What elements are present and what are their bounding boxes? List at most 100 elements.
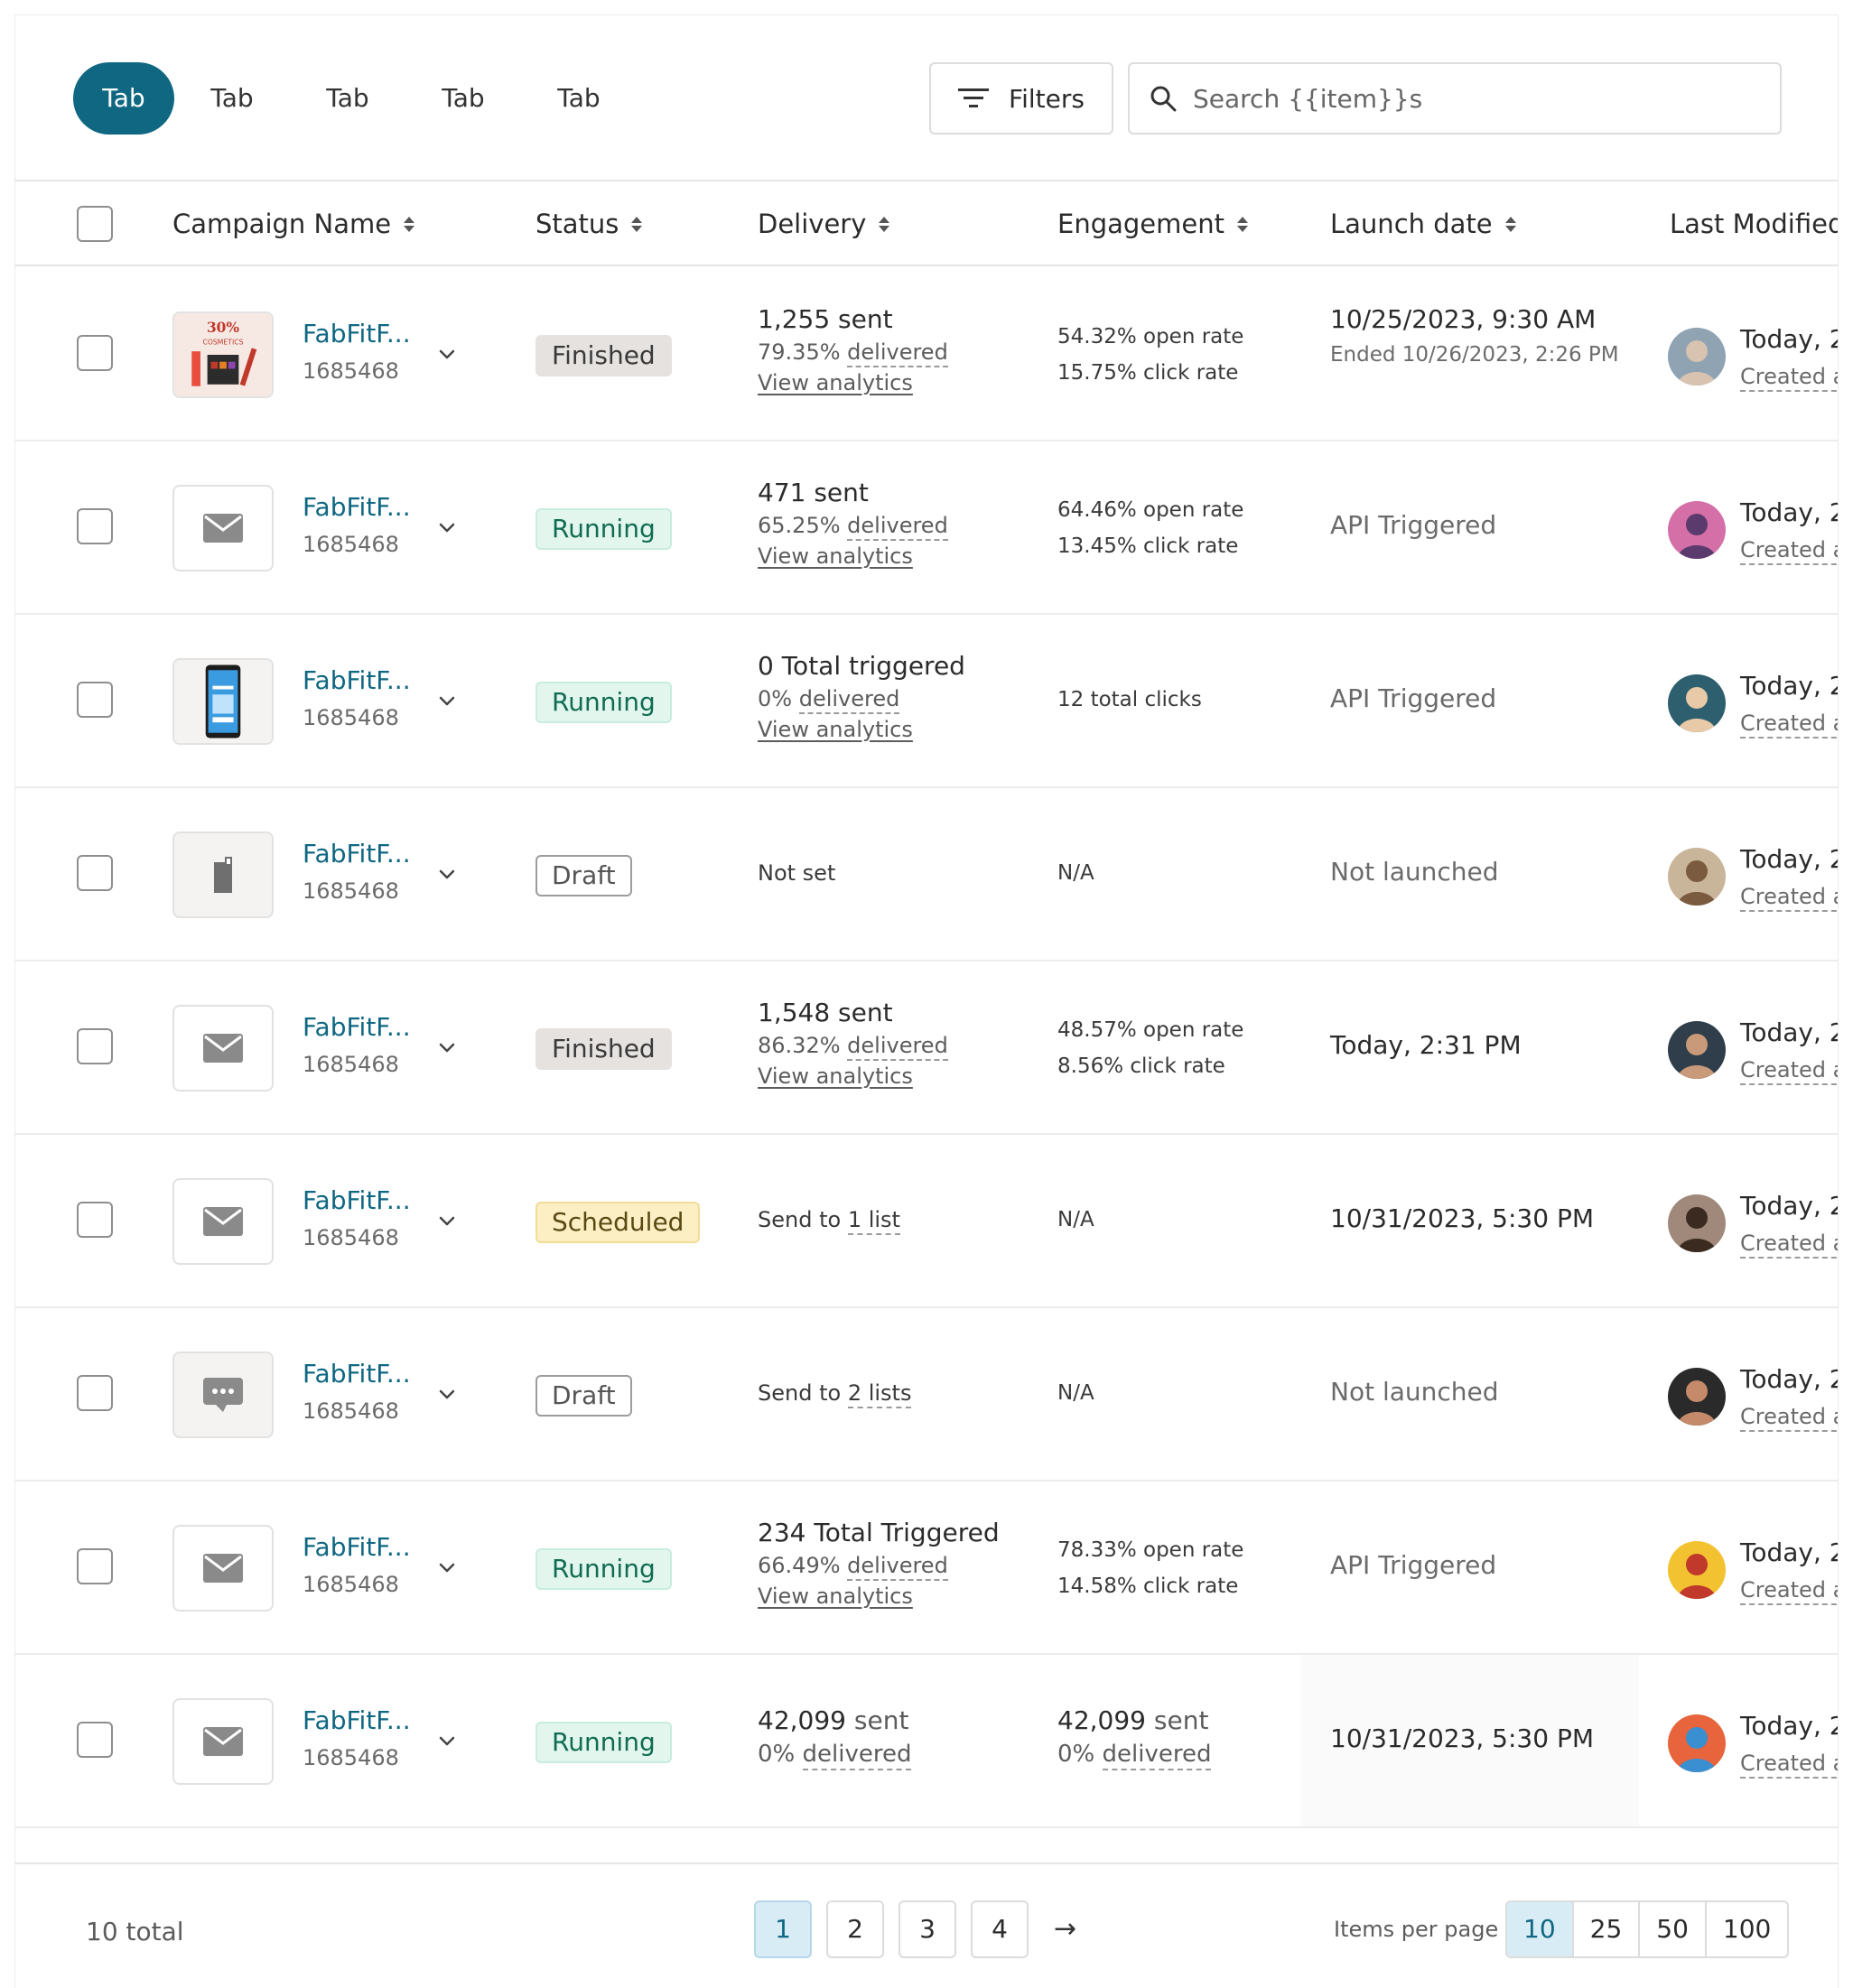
page-button-4[interactable]: 4 [971, 1900, 1029, 1958]
column-delivery[interactable]: Delivery [758, 181, 890, 266]
page-button-2[interactable]: 2 [826, 1900, 884, 1958]
campaign-thumbnail [172, 1698, 274, 1785]
row-checkbox[interactable] [77, 1202, 113, 1238]
table-row[interactable]: FabFitF... 1685468 Draft Send to 2 lists N/A… [15, 1308, 1838, 1482]
column-launch-date[interactable]: Launch date [1330, 181, 1516, 266]
per-page-50[interactable]: 50 [1640, 1902, 1707, 1956]
svg-text:COSMETICS: COSMETICS [202, 338, 243, 346]
status-badge: Running [535, 682, 672, 723]
column-status[interactable]: Status [535, 181, 643, 266]
last-modified-created: Created a [1740, 711, 1838, 739]
view-analytics-link[interactable]: View analytics [758, 1584, 1000, 1609]
view-analytics-link[interactable]: View analytics [758, 543, 948, 569]
table-row[interactable]: 30% COSMETICS FabFitF... 1685468 Finished 1,2… [15, 268, 1838, 441]
search-box[interactable] [1128, 62, 1782, 135]
column-engagement[interactable]: Engagement [1057, 181, 1248, 266]
chevron-down-icon[interactable] [438, 1039, 456, 1057]
delivered-link[interactable]: delivered [847, 1553, 948, 1581]
view-analytics-link[interactable]: View analytics [758, 1064, 948, 1089]
chevron-down-icon[interactable] [438, 866, 456, 884]
view-analytics-link[interactable]: View analytics [758, 717, 965, 742]
avatar [1668, 328, 1726, 386]
last-modified-time: Today, 2 [1740, 671, 1839, 701]
delivery-cell: 234 Total Triggered 66.49% delivered View … [758, 1518, 1000, 1609]
campaign-name-link[interactable]: FabFitF... [303, 1359, 411, 1389]
campaign-name-link[interactable]: FabFitF... [303, 1012, 411, 1042]
campaign-name-link[interactable]: FabFitF... [303, 1532, 411, 1562]
delivered-link[interactable]: delivered [798, 686, 900, 714]
items-per-page-selector: 10 25 50 100 [1505, 1900, 1790, 1958]
chevron-down-icon[interactable] [438, 692, 456, 711]
campaign-thumbnail [172, 485, 274, 571]
select-all-checkbox[interactable] [77, 206, 113, 242]
arrow-right-icon[interactable]: → [1054, 1913, 1076, 1945]
row-checkbox[interactable] [77, 1375, 113, 1411]
campaign-name-link[interactable]: FabFitF... [303, 665, 411, 695]
last-modified-created: Created a [1740, 1577, 1838, 1605]
campaign-id: 1685468 [303, 1052, 399, 1077]
campaign-name-link[interactable]: FabFitF... [303, 1705, 411, 1735]
view-analytics-link[interactable]: View analytics [758, 370, 948, 395]
delivered-link[interactable]: delivered [847, 339, 948, 367]
tab-4[interactable]: Tab [420, 62, 507, 135]
chevron-down-icon[interactable] [438, 1212, 456, 1231]
tab-5[interactable]: Tab [535, 62, 622, 135]
total-count: 10 total [86, 1917, 184, 1946]
tab-3[interactable]: Tab [304, 62, 391, 135]
delivered-link[interactable]: delivered [847, 513, 948, 541]
tab-1[interactable]: Tab [73, 62, 174, 135]
table-row[interactable]: FabFitF... 1685468 Running 0 Total triggere… [15, 615, 1838, 788]
row-checkbox[interactable] [77, 855, 113, 891]
campaign-name-link[interactable]: FabFitF... [303, 492, 411, 522]
campaign-name-link[interactable]: FabFitF... [303, 319, 411, 348]
mobile-icon [214, 857, 232, 893]
delivery-cell: 1,548 sent 86.32% delivered View analytics [758, 998, 948, 1089]
campaign-id: 1685468 [303, 1745, 399, 1770]
table-row[interactable]: FabFitF... 1685468 Running 234 Total Trigge… [15, 1482, 1838, 1655]
list-link[interactable]: 1 list [847, 1207, 900, 1235]
per-page-100[interactable]: 100 [1707, 1902, 1787, 1956]
table-row[interactable]: FabFitF... 1685468 Running 471 sent 65.25% d… [15, 441, 1838, 615]
engagement-cell: 42,099 sent 0% delivered [1057, 1705, 1212, 1770]
per-page-10[interactable]: 10 [1507, 1902, 1574, 1956]
last-modified-time: Today, 2 [1740, 497, 1839, 527]
row-checkbox[interactable] [77, 1548, 113, 1584]
campaign-id: 1685468 [303, 1225, 399, 1250]
page-button-1[interactable]: 1 [754, 1900, 812, 1958]
campaign-name-link[interactable]: FabFitF... [303, 839, 411, 869]
row-checkbox[interactable] [77, 1028, 113, 1064]
chevron-down-icon[interactable] [438, 346, 456, 364]
campaign-name-link[interactable]: FabFitF... [303, 1185, 411, 1215]
row-checkbox[interactable] [77, 508, 113, 544]
row-checkbox[interactable] [77, 335, 113, 371]
table-row[interactable]: FabFitF... 1685468 Scheduled Send to 1 list… [15, 1135, 1838, 1308]
row-checkbox[interactable] [77, 1722, 113, 1758]
column-campaign-name[interactable]: Campaign Name [172, 181, 415, 266]
avatar [1668, 501, 1726, 559]
campaign-thumbnail: 30% COSMETICS [172, 311, 274, 398]
last-modified-time: Today, 2 [1740, 1017, 1839, 1047]
table-header: Campaign Name Status Delivery Engagement… [15, 181, 1838, 266]
engagement-cell: 12 total clicks [1057, 688, 1202, 711]
table-row[interactable]: FabFitF... 1685468 Finished 1,548 sent 86.32… [15, 961, 1838, 1135]
row-checkbox[interactable] [77, 682, 113, 718]
phone-image [174, 660, 272, 743]
launch-date-cell: Not launched [1330, 857, 1499, 887]
table-row[interactable]: FabFitF... 1685468 Draft Not set N/A Not laun… [15, 788, 1838, 961]
filters-button[interactable]: Filters [929, 62, 1113, 135]
campaign-table-card: Tab Tab Tab Tab Tab Filters Campaign Nam… [14, 14, 1839, 1988]
launch-date-cell: Not launched [1330, 1377, 1499, 1407]
delivered-link[interactable]: delivered [847, 1033, 948, 1061]
chevron-down-icon[interactable] [438, 1559, 456, 1577]
column-last-modified[interactable]: Last Modified [1670, 181, 1838, 266]
page-button-3[interactable]: 3 [899, 1900, 956, 1958]
chevron-down-icon[interactable] [438, 1386, 456, 1404]
list-link[interactable]: 2 lists [847, 1380, 912, 1408]
chevron-down-icon[interactable] [438, 1733, 456, 1751]
search-input[interactable] [1193, 83, 1771, 114]
tab-2[interactable]: Tab [189, 62, 275, 135]
delivery-send-to: Send to 1 list [758, 1207, 900, 1235]
table-row[interactable]: FabFitF... 1685468 Running 42,099 sent 0% de… [15, 1655, 1838, 1828]
chevron-down-icon[interactable] [438, 519, 456, 537]
per-page-25[interactable]: 25 [1574, 1902, 1641, 1956]
